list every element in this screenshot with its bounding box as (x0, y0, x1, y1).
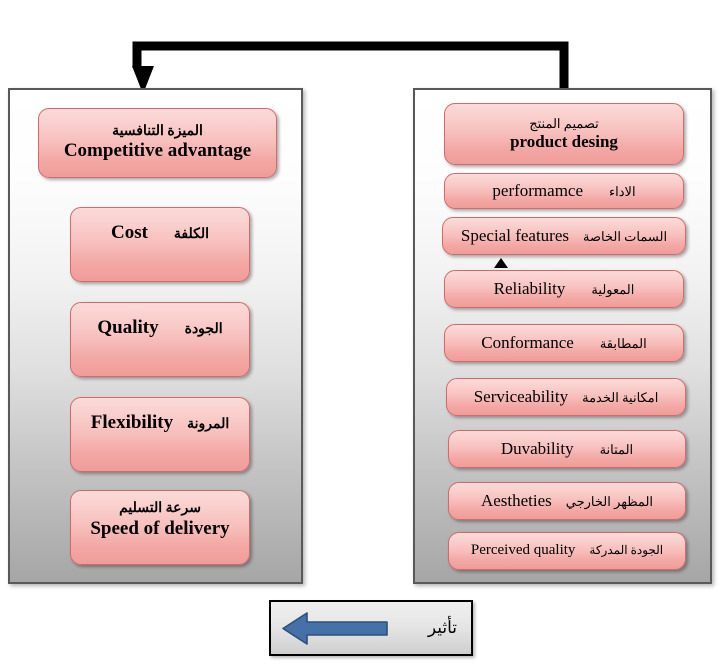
box-quality-label: Quality الجودة (71, 317, 249, 339)
box-serviceability-english: Serviceability (473, 386, 569, 406)
influence-connector-arrow (132, 41, 569, 94)
box-aesthetics-label: Aestheties المظهر الخارجي (449, 491, 685, 511)
box-quality[interactable]: Quality الجودة (70, 302, 250, 377)
box-perceived-quality-arabic: الجودة المدركة (589, 543, 664, 558)
left-arrow-icon (282, 612, 388, 645)
box-reliability-label: Reliability المعولية (445, 279, 683, 299)
box-durability-arabic: المتانة (599, 441, 634, 457)
influence-legend: تأثير (269, 600, 473, 656)
box-performance[interactable]: performamce الاداء (444, 173, 684, 209)
box-reliability-english: Reliability (493, 278, 566, 298)
box-reliability[interactable]: Reliability المعولية (444, 270, 684, 308)
product-design-panel: تصميم المنتج product desing performamce ا… (413, 88, 712, 584)
box-perceived-quality[interactable]: Perceived quality الجودة المدركة (448, 532, 686, 570)
box-speed-of-delivery-arabic: سرعة التسليم (119, 501, 201, 516)
box-flexibility[interactable]: Flexibility المرونة (70, 397, 250, 472)
box-conformance-label: Conformance المطابقة (445, 333, 683, 353)
box-performance-label: performamce الاداء (445, 181, 683, 201)
box-special-features-arabic: السمات الخاصة (583, 228, 668, 244)
box-performance-english: performamce (492, 180, 584, 200)
box-special-features[interactable]: Special features السمات الخاصة (442, 217, 686, 255)
box-quality-arabic: الجودة (184, 322, 223, 337)
box-aesthetics-arabic: المظهر الخارجي (565, 493, 654, 509)
box-flexibility-label: Flexibility المرونة (71, 412, 249, 434)
box-serviceability[interactable]: Serviceability امكانية الخدمة (446, 378, 686, 416)
special-features-pointer-icon (494, 258, 508, 268)
box-aesthetics-english: Aestheties (480, 490, 552, 510)
box-performance-arabic: الاداء (609, 183, 636, 199)
diagram-canvas: الميزة التنافسية Competitive advantage C… (0, 0, 727, 670)
box-aesthetics[interactable]: Aestheties المظهر الخارجي (448, 482, 686, 520)
box-competitive-advantage[interactable]: الميزة التنافسية Competitive advantage (38, 108, 277, 178)
box-product-design-english: product desing (510, 131, 618, 151)
box-serviceability-arabic: امكانية الخدمة (582, 389, 659, 405)
box-cost-english: Cost (110, 222, 148, 243)
box-conformance-arabic: المطابقة (599, 335, 647, 351)
box-cost-arabic: الكلفة (173, 227, 210, 242)
box-flexibility-english: Flexibility (90, 412, 174, 433)
box-serviceability-label: Serviceability امكانية الخدمة (447, 387, 685, 407)
box-cost-label: Cost الكلفة (71, 222, 249, 244)
box-flexibility-arabic: المرونة (187, 417, 230, 432)
box-conformance-english: Conformance (481, 332, 574, 352)
box-reliability-arabic: المعولية (591, 281, 635, 297)
influence-legend-label: تأثير (427, 618, 457, 637)
box-competitive-advantage-english: Competitive advantage (63, 140, 252, 162)
box-product-design-arabic: تصميم المنتج (529, 116, 599, 132)
box-durability-english: Duvability (500, 438, 574, 458)
competitive-advantage-panel: الميزة التنافسية Competitive advantage C… (8, 88, 303, 584)
box-durability[interactable]: Duvability المتانة (448, 430, 686, 468)
box-product-design[interactable]: تصميم المنتج product desing (444, 103, 684, 165)
box-perceived-quality-english: Perceived quality (470, 542, 576, 559)
box-special-features-english: Special features (460, 225, 569, 245)
box-special-features-label: Special features السمات الخاصة (443, 226, 685, 246)
box-cost[interactable]: Cost الكلفة (70, 207, 250, 282)
box-conformance[interactable]: Conformance المطابقة (444, 324, 684, 362)
box-quality-english: Quality (97, 317, 159, 338)
box-durability-label: Duvability المتانة (449, 439, 685, 459)
box-competitive-advantage-arabic: الميزة التنافسية (112, 123, 203, 139)
box-speed-of-delivery-english: Speed of delivery (90, 517, 230, 539)
box-perceived-quality-label: Perceived quality الجودة المدركة (449, 542, 685, 560)
box-speed-of-delivery[interactable]: سرعة التسليم Speed of delivery (70, 490, 250, 565)
